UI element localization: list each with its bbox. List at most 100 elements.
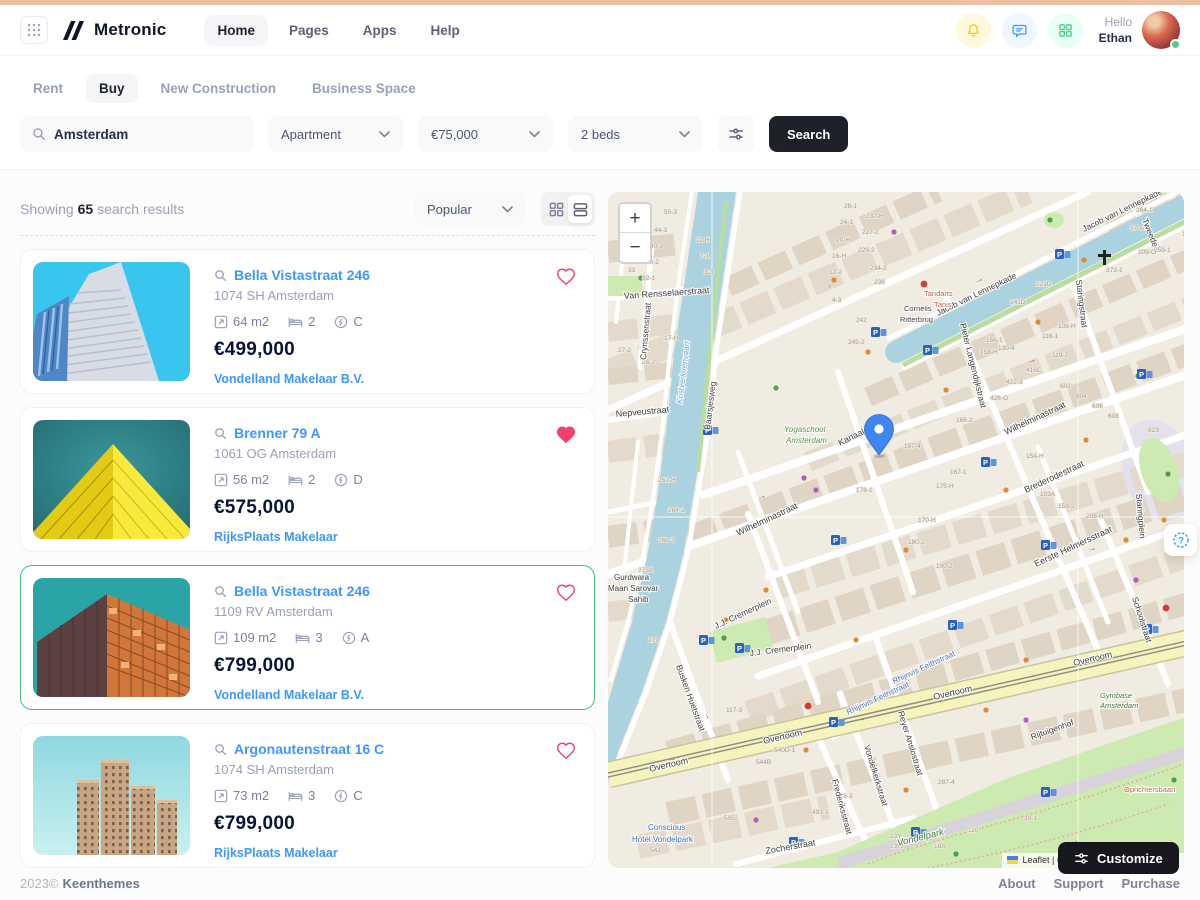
bed-icon <box>288 473 303 486</box>
house-number: 167-1 <box>950 469 967 476</box>
property-specs: 64 m2 2 C <box>214 314 370 329</box>
street-label: Maan Sarovar <box>608 584 659 593</box>
property-title-link[interactable]: Bella Vistastraat 246 <box>234 583 370 599</box>
heart-icon <box>556 741 576 760</box>
photo-yellow-building <box>33 420 190 539</box>
chat-button[interactable] <box>1002 13 1037 48</box>
agency-link[interactable]: RijksPlaats Makelaar <box>214 846 384 860</box>
header: Metronic Home Pages Apps Help Hello <box>0 5 1200 56</box>
search-icon <box>214 585 227 598</box>
energy-icon <box>334 473 348 487</box>
street-label: Tanis <box>934 300 952 309</box>
zoom-in-button[interactable]: + <box>620 204 650 233</box>
svg-text:P: P <box>831 718 836 727</box>
poi-dot <box>805 703 812 710</box>
poi-dot <box>983 707 988 712</box>
house-number: 604 <box>1076 393 1087 400</box>
svg-text:P: P <box>1057 250 1062 259</box>
notifications-button[interactable] <box>956 13 991 48</box>
house-number: 178-1 <box>856 487 873 494</box>
house-number: 7-1 <box>700 253 710 260</box>
tab-buy[interactable]: Buy <box>86 74 138 103</box>
photo-blue-skyscraper <box>33 262 190 381</box>
property-card[interactable]: Brenner 79 A 1061 OG Amsterdam 56 m2 2 D… <box>20 407 595 552</box>
property-card[interactable]: Bella Vistastraat 246 1109 RV Amsterdam … <box>20 565 595 710</box>
property-address: 1109 RV Amsterdam <box>214 604 370 619</box>
grid-view-button[interactable] <box>544 195 568 223</box>
chevron-down-icon <box>502 206 513 213</box>
house-number: 206-H <box>1086 513 1104 520</box>
favorite-button[interactable] <box>556 583 576 605</box>
property-type-value: Apartment <box>281 127 341 142</box>
nav-item-pages[interactable]: Pages <box>276 15 342 46</box>
app-launcher-button[interactable] <box>20 16 48 44</box>
energy-value: D <box>353 472 362 487</box>
agency-link[interactable]: Vondelland Makelaar B.V. <box>214 372 370 386</box>
house-number: 373-1 <box>1106 267 1123 274</box>
map[interactable]: →→→→→→→→→→PPPPPPPPPPPPPPPP28-124-120-H16… <box>608 192 1184 868</box>
house-number: 117-3 <box>726 707 743 714</box>
house-number: 154-H <box>1026 453 1044 460</box>
house-number: 606 <box>1092 403 1103 410</box>
poi-dot <box>921 281 928 288</box>
tab-business-space[interactable]: Business Space <box>299 74 429 103</box>
property-title-link[interactable]: Argonautenstraat 16 C <box>234 741 384 757</box>
favorite-button[interactable] <box>556 267 576 289</box>
help-icon: ? <box>1172 531 1190 549</box>
property-price: €799,000 <box>214 655 370 677</box>
sliders-icon <box>728 126 744 142</box>
tab-new-construction[interactable]: New Construction <box>148 74 290 103</box>
house-number: 190-2 <box>936 563 953 570</box>
property-card[interactable]: Argonautenstraat 16 C 1074 SH Amsterdam … <box>20 723 595 868</box>
customize-label: Customize <box>1097 851 1163 866</box>
zoom-out-button[interactable]: − <box>620 233 650 262</box>
poi-dot <box>1023 657 1028 662</box>
apps-button[interactable] <box>1048 13 1083 48</box>
help-button[interactable]: ? <box>1164 524 1197 556</box>
nav-item-help[interactable]: Help <box>418 15 473 46</box>
list-view-button[interactable] <box>568 195 592 223</box>
house-number: 287-4 <box>938 779 955 786</box>
favorite-button[interactable] <box>556 425 576 447</box>
advanced-filters-button[interactable] <box>718 116 754 152</box>
house-number: 416C <box>1026 367 1042 374</box>
property-card[interactable]: Bella Vistastraat 246 1074 SH Amsterdam … <box>20 249 595 394</box>
house-number: 166-2 <box>956 417 973 424</box>
property-type-select[interactable]: Apartment <box>268 116 403 152</box>
property-title-link[interactable]: Brenner 79 A <box>234 425 321 441</box>
house-number: 422-3 <box>1006 379 1023 386</box>
footer-link-about[interactable]: About <box>998 876 1036 891</box>
heart-icon <box>556 583 576 602</box>
house-number: 40-3 <box>650 243 663 250</box>
company-link[interactable]: Keenthemes <box>63 876 140 891</box>
price-select[interactable]: €75,000 <box>418 116 553 152</box>
avatar[interactable] <box>1142 11 1180 49</box>
street-label: Yogaschool <box>784 425 826 434</box>
property-title-link[interactable]: Bella Vistastraat 246 <box>234 267 370 283</box>
area-icon <box>214 315 228 329</box>
house-number: 159-2 <box>1058 503 1075 510</box>
favorite-button[interactable] <box>556 741 576 763</box>
search-button[interactable]: Search <box>769 116 848 152</box>
footer-link-purchase[interactable]: Purchase <box>1121 876 1180 891</box>
location-input[interactable] <box>54 127 224 142</box>
agency-link[interactable]: RijksPlaats Makelaar <box>214 530 363 544</box>
sort-select[interactable]: Popular <box>414 192 526 226</box>
nav-item-apps[interactable]: Apps <box>350 15 410 46</box>
agency-link[interactable]: Vondelland Makelaar B.V. <box>214 688 370 702</box>
house-number: 268-3 <box>658 537 675 544</box>
customize-button[interactable]: Customize <box>1058 842 1179 874</box>
poi-dot <box>801 475 806 480</box>
tab-rent[interactable]: Rent <box>20 74 76 103</box>
area-icon <box>214 631 228 645</box>
poi-dot <box>1047 217 1052 222</box>
beds-select[interactable]: 2 beds <box>568 116 703 152</box>
brand-logo[interactable]: Metronic <box>62 19 166 41</box>
heart-icon <box>556 425 576 444</box>
map-panel: →→→→→→→→→→PPPPPPPPPPPPPPPP28-124-120-H16… <box>608 192 1184 868</box>
nav-item-home[interactable]: Home <box>204 15 268 46</box>
energy-value: A <box>361 630 370 645</box>
results-panel: Showing 65 search results Popular <box>20 192 595 868</box>
house-number: 116-1 <box>1042 333 1059 340</box>
footer-link-support[interactable]: Support <box>1054 876 1104 891</box>
